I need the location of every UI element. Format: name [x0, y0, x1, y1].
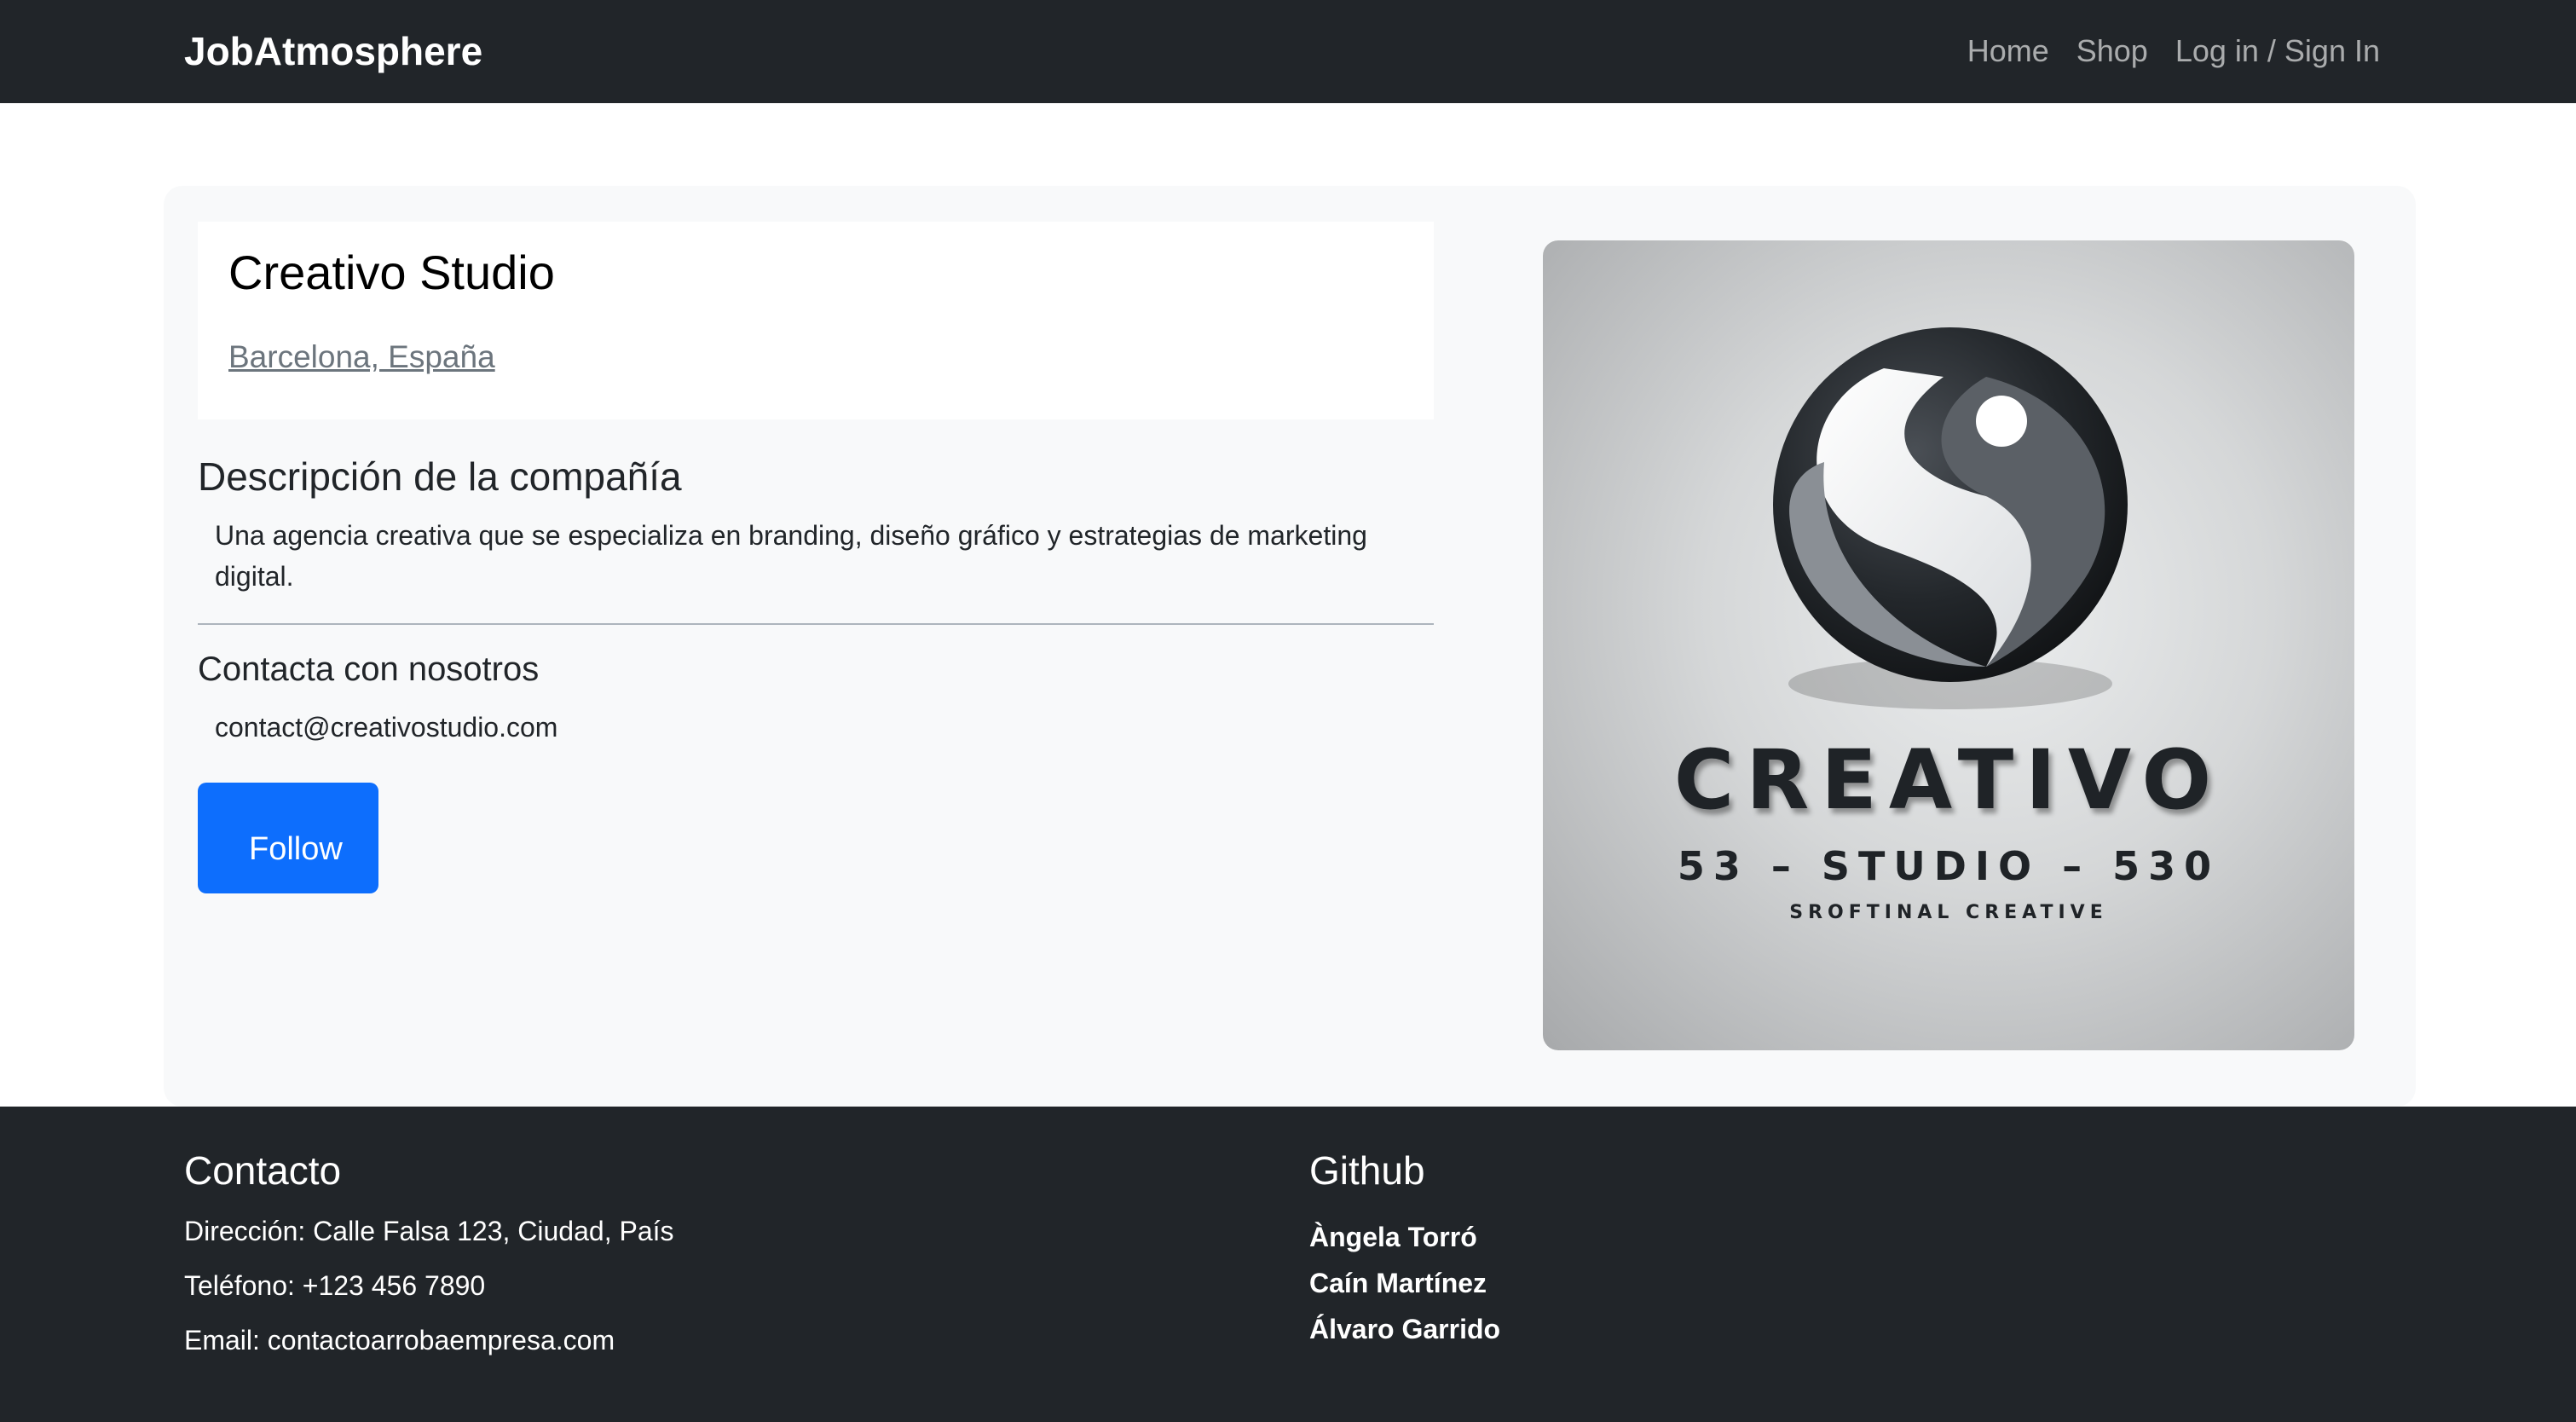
logo-word-main: CREATIVO: [1673, 732, 2224, 828]
contact-email: contact@creativostudio.com: [215, 712, 558, 743]
company-card: Creativo Studio Barcelona, España Descri…: [164, 186, 2416, 1107]
follow-button[interactable]: Follow: [198, 783, 378, 893]
nav-link-shop[interactable]: Shop: [2076, 27, 2148, 75]
footer-phone: Teléfono: +123 456 7890: [184, 1270, 486, 1301]
footer-email: Email: contactoarrobaempresa.com: [184, 1325, 615, 1356]
footer-github-column: Github Àngela Torró Caín Martínez Álvaro…: [1309, 1146, 2332, 1352]
footer-address: Dirección: Calle Falsa 123, Ciudad, País: [184, 1216, 674, 1246]
navbar: JobAtmosphere Home Shop Log in / Sign In: [0, 0, 2576, 103]
nav-link-home[interactable]: Home: [1967, 27, 2049, 75]
section-divider: [198, 623, 1434, 625]
logo-word-sub: 53 – STUDIO – 530: [1677, 843, 2221, 889]
nav-link-login[interactable]: Log in / Sign In: [2175, 27, 2380, 75]
brand-link[interactable]: JobAtmosphere: [184, 27, 482, 75]
footer-github-heading: Github: [1309, 1148, 1425, 1193]
footer-contact-heading: Contacto: [184, 1148, 342, 1193]
github-link-angela[interactable]: Àngela Torró: [1309, 1214, 2332, 1260]
contact-heading: Contacta con nosotros: [198, 650, 540, 688]
company-location-link[interactable]: Barcelona, España: [228, 336, 495, 379]
logo-tagline: SROFTINAL CREATIVE: [1789, 902, 2108, 923]
github-link-cain[interactable]: Caín Martínez: [1309, 1260, 2332, 1306]
github-link-alvaro[interactable]: Álvaro Garrido: [1309, 1306, 2332, 1352]
company-logo-image: CREATIVO 53 – STUDIO – 530 SROFTINAL CRE…: [1543, 240, 2354, 1050]
description-heading: Descripción de la compañía: [198, 454, 682, 499]
company-name: Creativo Studio: [228, 246, 555, 299]
footer: Contacto Dirección: Calle Falsa 123, Ciu…: [0, 1107, 2576, 1422]
footer-contact-column: Contacto Dirección: Calle Falsa 123, Ciu…: [184, 1146, 1207, 1378]
company-header: Creativo Studio Barcelona, España: [198, 222, 1434, 419]
company-description: Una agencia creativa que se especializa …: [215, 520, 1367, 592]
nav-links: Home Shop Log in / Sign In: [1967, 27, 2380, 75]
swirl-logo-icon: [1773, 327, 2128, 709]
